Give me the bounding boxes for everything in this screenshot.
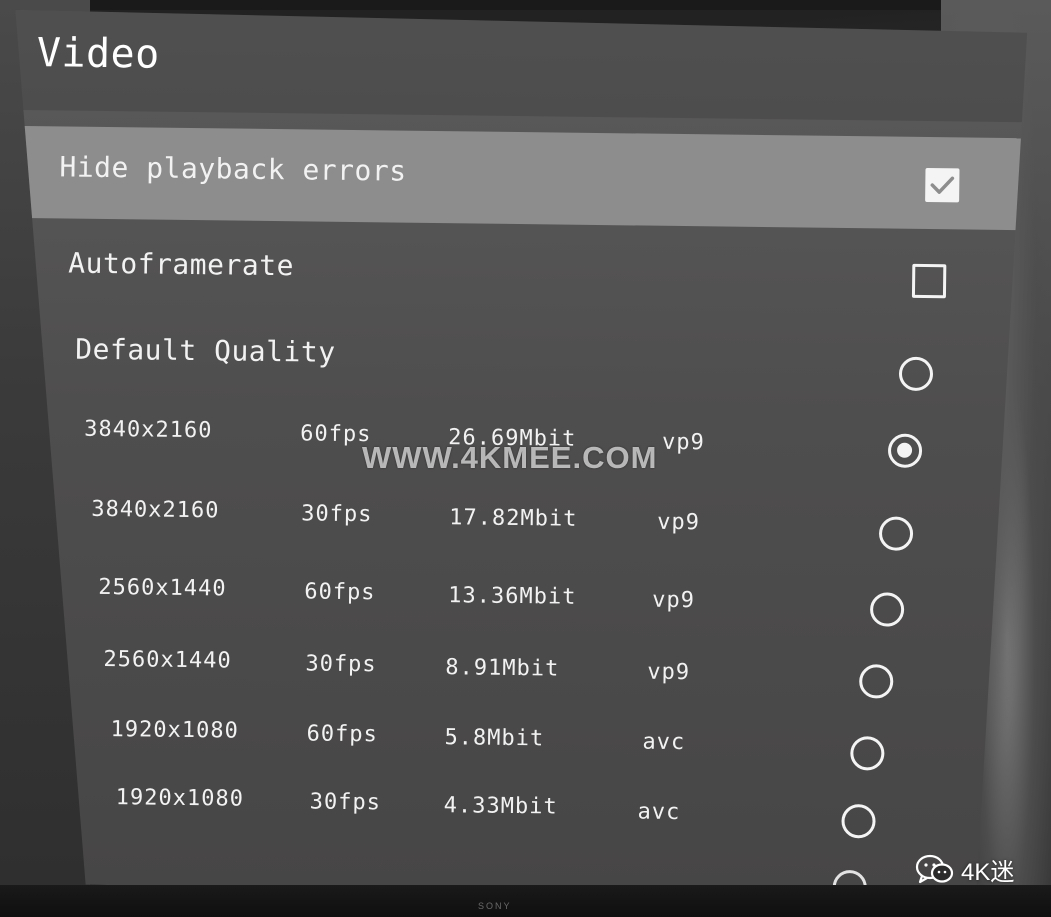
quality-bitrate: 4.33Mbit: [443, 793, 558, 820]
quality-option-row[interactable]: 1920x1080 60fps 5.8Mbit avc: [6, 712, 1019, 794]
quality-codec: vp9: [652, 587, 696, 614]
quality-radio[interactable]: [841, 804, 875, 838]
autoframerate-checkbox[interactable]: [912, 264, 946, 298]
quality-radio[interactable]: [850, 736, 884, 770]
tv-bezel-top: [0, 0, 1051, 10]
panel-title: Video: [36, 30, 161, 78]
quality-resolution: 3840x2160: [91, 496, 220, 524]
quality-fps: 60fps: [306, 721, 378, 748]
wechat-attribution: 4K迷: [915, 852, 1014, 887]
wechat-icon: [915, 854, 954, 883]
default-quality-radio[interactable]: [899, 357, 933, 391]
hide-playback-errors-label: Hide playback errors: [59, 150, 407, 188]
quality-resolution: 1920x1080: [115, 785, 245, 812]
quality-resolution: 2560x1440: [103, 646, 232, 674]
quality-bitrate: 8.91Mbit: [445, 655, 560, 682]
quality-radio[interactable]: [859, 664, 893, 698]
quality-fps: 30fps: [301, 501, 373, 528]
quality-codec: avc: [642, 729, 686, 756]
quality-option-row[interactable]: 3840x2160 30fps 17.82Mbit vp9: [9, 488, 1022, 570]
quality-codec: vp9: [657, 509, 701, 536]
default-quality-row[interactable]: Default Quality: [11, 312, 1024, 404]
hide-playback-errors-row[interactable]: Hide playback errors: [13, 126, 1026, 230]
hide-playback-errors-checkbox[interactable]: [925, 168, 959, 202]
quality-option-row[interactable]: 2560x1440 30fps 8.91Mbit vp9: [7, 640, 1020, 722]
quality-resolution: 1920x1080: [110, 717, 239, 744]
quality-bitrate: 17.82Mbit: [449, 505, 578, 532]
default-quality-label: Default Quality: [75, 332, 336, 369]
photo-stage: Video Hide playback errors Autoframerate…: [0, 0, 1051, 917]
quality-resolution: 3840x2160: [84, 416, 213, 444]
quality-fps: 60fps: [304, 579, 376, 606]
quality-fps: 30fps: [305, 651, 377, 678]
autoframerate-label: Autoframerate: [68, 246, 295, 283]
watermark-text: WWW.4KMEE.COM: [362, 440, 658, 475]
quality-fps: 60fps: [300, 421, 372, 448]
quality-codec: vp9: [661, 429, 706, 456]
tv-bezel-bottom: SONY: [0, 885, 1051, 917]
autoframerate-row[interactable]: Autoframerate: [12, 222, 1025, 324]
tv-brand-logo: SONY: [478, 901, 512, 911]
quality-bitrate: 5.8Mbit: [444, 725, 545, 752]
quality-option-row[interactable]: 2560x1440 60fps 13.36Mbit vp9: [8, 566, 1021, 648]
wechat-account-name: 4K迷: [961, 859, 1015, 886]
quality-fps: 30fps: [309, 789, 382, 816]
quality-resolution: 2560x1440: [98, 574, 227, 602]
checkmark-icon: [929, 173, 955, 197]
quality-codec: avc: [637, 799, 681, 826]
panel-header: Video: [14, 10, 1027, 122]
quality-option-row[interactable]: 1920x1080 30fps 4.33Mbit avc: [5, 782, 1018, 864]
quality-radio[interactable]: [870, 592, 904, 626]
quality-codec: vp9: [647, 659, 691, 686]
quality-bitrate: 13.36Mbit: [448, 583, 577, 610]
quality-radio[interactable]: [879, 516, 913, 550]
quality-radio-selected[interactable]: [888, 434, 922, 468]
